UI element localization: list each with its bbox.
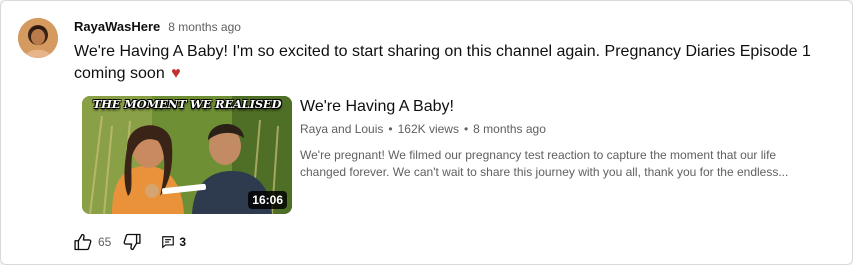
thumbs-down-icon[interactable] — [121, 231, 143, 253]
video-age: 8 months ago — [473, 122, 546, 136]
video-thumbnail[interactable]: THE MOMENT WE REALISED 16:06 — [82, 96, 292, 214]
video-duration: 16:06 — [248, 191, 287, 209]
reply-button[interactable]: 3 — [161, 235, 186, 249]
meta-separator: • — [388, 122, 393, 136]
video-meta: Raya and Louis • 162K views • 8 months ago — [300, 122, 546, 136]
video-channel[interactable]: Raya and Louis — [300, 122, 383, 136]
comment-text: We're Having A Baby! I'm so excited to s… — [74, 43, 811, 82]
thumbs-up-icon[interactable] — [72, 231, 94, 253]
comment-timestamp[interactable]: 8 months ago — [168, 20, 241, 34]
comment-actions: 65 3 — [72, 231, 186, 253]
video-description-line: changed forever. We can't wait to share … — [300, 165, 789, 179]
user-avatar[interactable] — [18, 18, 58, 58]
comment-card: RayaWasHere 8 months ago We're Having A … — [0, 0, 853, 265]
comment-author[interactable]: RayaWasHere — [74, 19, 160, 34]
comment-header: RayaWasHere 8 months ago — [74, 19, 241, 37]
video-views: 162K views — [397, 122, 459, 136]
video-description: We're pregnant! We filmed our pregnancy … — [300, 147, 790, 181]
heart-icon: ♥ — [171, 65, 181, 82]
thumbnail-caption: THE MOMENT WE REALISED — [92, 97, 282, 111]
like-count: 65 — [98, 235, 112, 249]
video-description-line: We're pregnant! We filmed our pregnancy … — [300, 148, 777, 162]
video-title[interactable]: We're Having A Baby! — [300, 98, 454, 116]
reply-count: 3 — [179, 235, 187, 249]
comment-icon — [161, 235, 175, 249]
comment-body: We're Having A Baby! I'm so excited to s… — [74, 41, 814, 85]
meta-separator: • — [463, 122, 469, 136]
